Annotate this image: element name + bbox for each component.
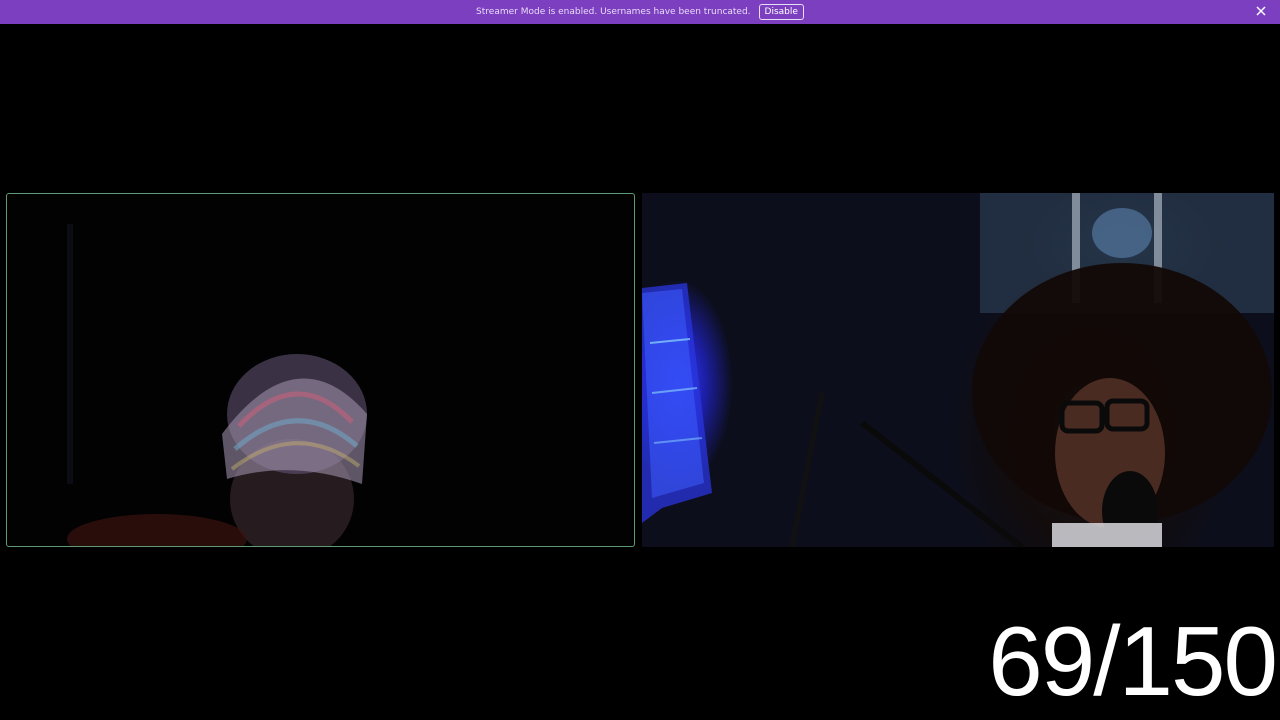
video-feed-right (642, 193, 1274, 547)
streamer-mode-banner: Streamer Mode is enabled. Usernames have… (0, 0, 1280, 24)
video-feed-left (67, 224, 367, 546)
close-icon[interactable] (1254, 4, 1268, 18)
video-tile-right[interactable] (642, 193, 1274, 547)
video-tile-left[interactable] (6, 193, 635, 547)
streamer-mode-message: Streamer Mode is enabled. Usernames have… (476, 7, 751, 17)
disable-streamer-mode-button[interactable]: Disable (758, 4, 804, 20)
progress-counter: 69/150 (988, 606, 1278, 716)
